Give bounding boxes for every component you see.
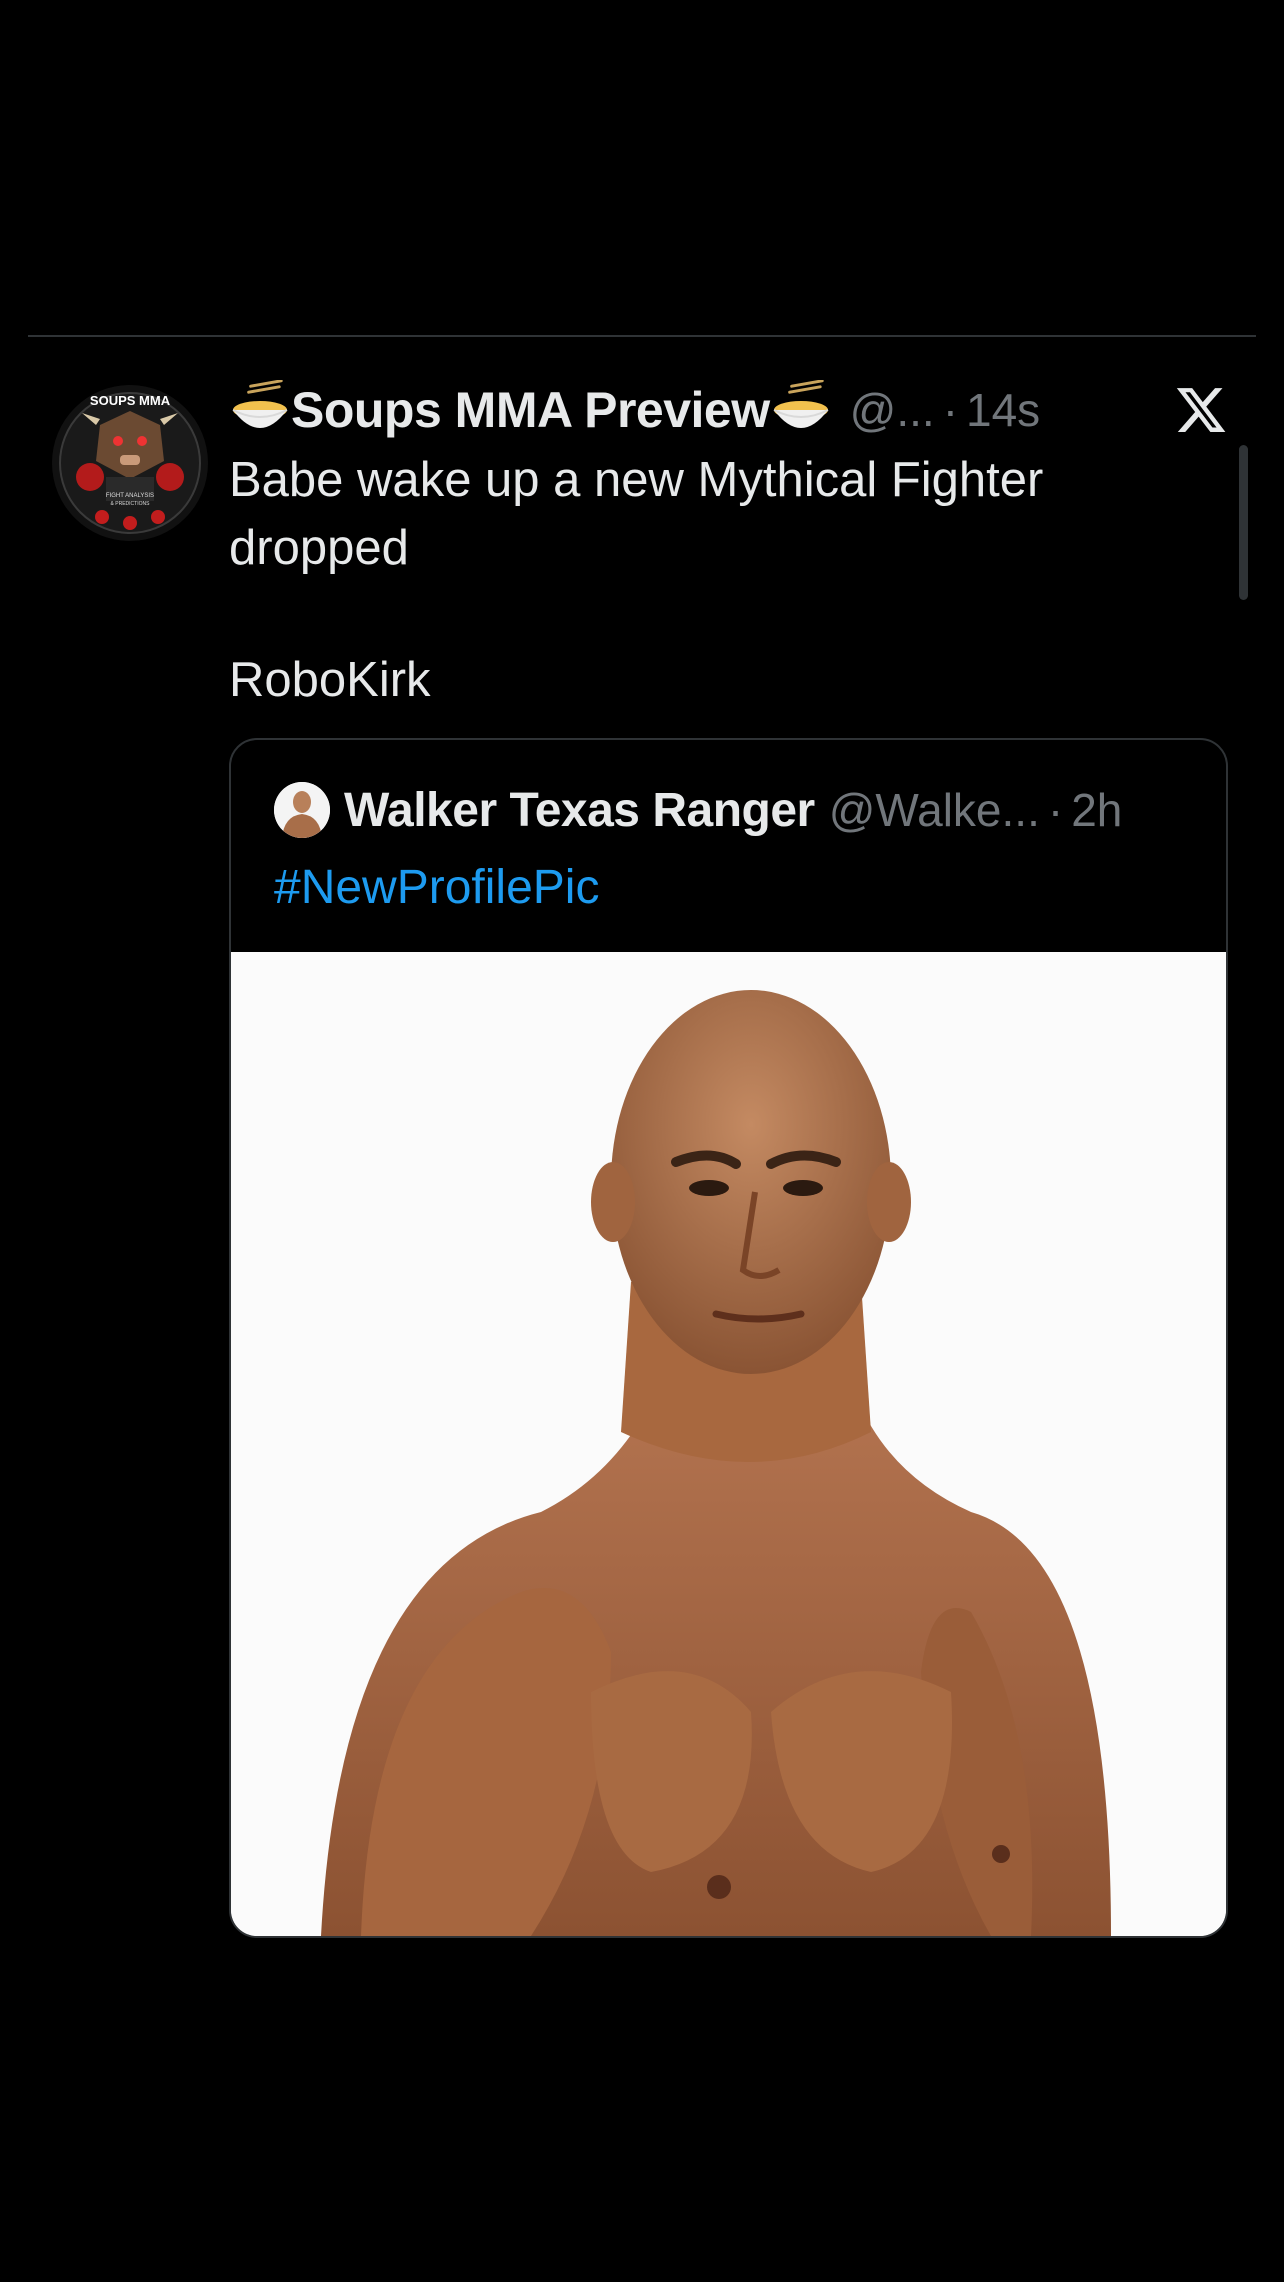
svg-text:& PREDICTIONS: & PREDICTIONS [111,501,151,507]
author-avatar[interactable]: SOUPS MMA FIGHT ANALYSIS & PREDICTIONS [52,385,208,541]
quoted-author-handle[interactable]: @Walke... [829,783,1040,837]
tweet-text-line: RoboKirk [229,653,431,707]
meta-separator: · [942,384,959,436]
author-handle[interactable]: @... [850,383,935,437]
shirtless-bald-fighter-photo [231,952,1226,1936]
tweet-header: Soups MMA Preview @... · 14s [229,380,1040,440]
quoted-author-avatar[interactable] [274,782,330,838]
ramen-bowl-emoji-icon [770,380,832,440]
quoted-author-display-name[interactable]: Walker Texas Ranger [344,783,815,838]
quoted-tweet-timestamp[interactable]: 2h [1071,783,1122,837]
hashtag-link[interactable]: #NewProfilePic [274,860,599,915]
tweet-timestamp[interactable]: 14s [966,383,1040,437]
scrollbar[interactable] [1239,445,1248,600]
quoted-tweet-header: Walker Texas Ranger @Walke... · 2h [274,780,1122,840]
svg-text:FIGHT ANALYSIS: FIGHT ANALYSIS [106,493,154,499]
top-divider [28,335,1256,337]
ramen-bowl-emoji-icon [229,380,291,440]
quoted-tweet-card[interactable]: Walker Texas Ranger @Walke... · 2h #NewP… [229,738,1228,1938]
svg-text:SOUPS MMA: SOUPS MMA [90,393,171,408]
x-logo-icon[interactable] [1174,383,1228,437]
quoted-tweet-photo[interactable] [231,952,1226,1936]
tweet-body: Babe wake up a new Mythical Fighter drop… [229,446,1169,714]
author-display-name[interactable]: Soups MMA Preview [291,381,770,439]
soups-mma-logo-avatar: SOUPS MMA FIGHT ANALYSIS & PREDICTIONS [52,385,208,541]
meta-separator: · [1047,784,1064,836]
fighter-portrait-avatar [274,782,330,838]
tweet-text-line: Babe wake up a new Mythical Fighter drop… [229,453,1044,575]
